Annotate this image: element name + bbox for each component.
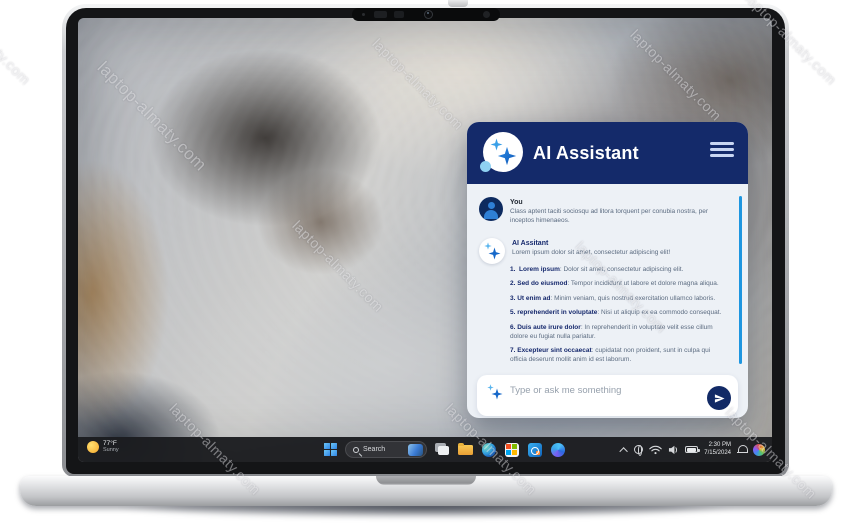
ai-assistant-logo-icon <box>480 131 524 175</box>
clock-widget[interactable]: 2:30 PM 7/15/2024 <box>704 442 731 456</box>
weather-condition: Sunny <box>103 447 119 453</box>
store-icon <box>505 443 519 457</box>
assistant-message: AI Assitant Lorem ipsum dolor sit amet, … <box>479 238 724 264</box>
lid-lift-notch <box>376 476 476 485</box>
user-avatar <box>479 197 503 221</box>
assistant-name: AI Assitant <box>512 239 670 249</box>
panel-header: AI Assistant <box>467 122 748 184</box>
chat-messages: You Class aptent taciti sociosqu ad lito… <box>467 184 748 370</box>
chevron-up-icon[interactable] <box>620 447 628 455</box>
network-globe-icon[interactable] <box>634 445 643 454</box>
notification-bell-icon[interactable] <box>737 444 747 455</box>
sensor-window <box>394 11 404 18</box>
list-item: 3. Ut enim ad: Minim veniam, quis nostru… <box>510 295 724 304</box>
weather-widget[interactable]: 77°F Sunny <box>87 440 119 454</box>
chat-input-box[interactable] <box>477 375 738 416</box>
webcam-lens <box>424 10 433 19</box>
volume-icon[interactable] <box>668 445 679 455</box>
windows-logo-icon <box>324 443 337 456</box>
sparkle-large-icon <box>488 247 501 260</box>
assistant-intro-text: Lorem ipsum dolor sit amet, consectetur … <box>512 249 670 258</box>
search-bar[interactable]: Search <box>345 441 427 458</box>
list-item: 2. Sed do eiusmod: Tempor incididunt ut … <box>510 280 724 289</box>
start-button[interactable] <box>324 443 337 456</box>
store-button[interactable] <box>504 442 519 457</box>
laptop-base <box>20 476 832 506</box>
battery-icon[interactable] <box>685 446 698 453</box>
system-tray: 2:30 PM 7/15/2024 <box>622 437 765 462</box>
ai-assistant-panel: AI Assistant You Class aptent taciti soc… <box>467 122 748 418</box>
folder-icon <box>458 445 473 455</box>
send-button[interactable] <box>707 386 731 410</box>
panel-title: AI Assistant <box>533 143 639 164</box>
outlook-icon <box>528 443 542 457</box>
assistant-list: 1. Lorem ipsum: Dolor sit amet, consecte… <box>510 266 724 365</box>
list-item: 7. Excepteur sint occaecat: cupidatat no… <box>510 347 724 365</box>
ir-sensor <box>483 11 490 18</box>
chat-text-input[interactable] <box>510 385 730 396</box>
list-item: 6. Duis aute irure dolor: In reprehender… <box>510 324 724 342</box>
sparkle-large-icon <box>497 146 517 166</box>
sensor-window <box>374 11 387 18</box>
user-message-text: Class aptent taciti sociosqu ad litora t… <box>510 208 716 226</box>
mic-dot <box>362 13 365 16</box>
search-label: Search <box>363 446 404 453</box>
assistant-avatar <box>479 238 505 264</box>
user-message: You Class aptent taciti sociosqu ad lito… <box>479 197 724 226</box>
paper-plane-icon <box>714 393 725 404</box>
lid-latch <box>448 0 468 7</box>
list-item: 1. Lorem ipsum: Dolor sit amet, consecte… <box>510 266 724 275</box>
laptop-screen: AI Assistant You Class aptent taciti soc… <box>78 18 772 462</box>
weather-temp: 77°F <box>103 440 119 447</box>
copilot-button[interactable] <box>550 442 565 457</box>
laptop-mockup: AI Assistant You Class aptent taciti soc… <box>0 0 851 524</box>
task-view-button[interactable] <box>435 442 450 457</box>
date-label: 7/15/2024 <box>704 450 731 457</box>
outlook-button[interactable] <box>527 442 542 457</box>
file-explorer-button[interactable] <box>458 442 473 457</box>
user-name: You <box>510 198 716 208</box>
copilot-icon <box>551 443 565 457</box>
chat-input-area <box>467 370 748 418</box>
watermark: laptop-almaty.com <box>0 0 34 88</box>
edge-browser-button[interactable] <box>481 442 496 457</box>
search-daily-image <box>408 444 423 456</box>
search-icon <box>353 447 359 453</box>
colorful-app-icon[interactable] <box>753 444 765 456</box>
logo-dot <box>480 161 491 172</box>
taskbar: 77°F Sunny Search <box>78 437 772 462</box>
hamburger-menu-icon[interactable] <box>710 142 734 161</box>
edge-icon <box>482 443 496 457</box>
chat-scrollbar[interactable] <box>739 196 742 364</box>
time-label: 2:30 PM <box>709 442 731 449</box>
sparkle-input-icon <box>487 384 503 400</box>
list-item: 5. reprehenderit in voluptate: Nisi ut a… <box>510 309 724 318</box>
camera-module <box>352 8 500 21</box>
wifi-icon[interactable] <box>649 445 662 455</box>
sun-icon <box>87 441 99 453</box>
